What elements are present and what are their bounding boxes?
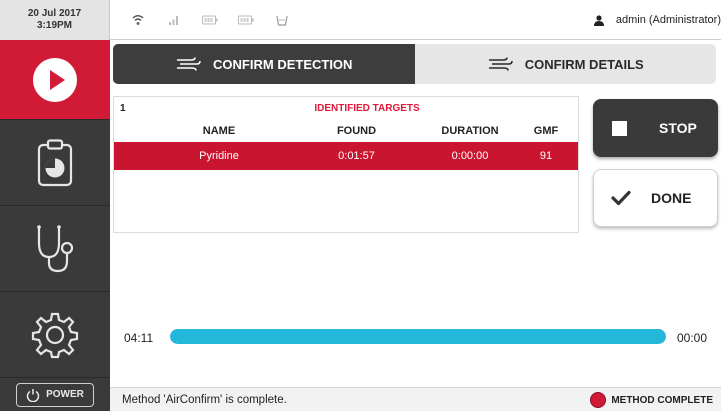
air-flow-icon — [177, 57, 201, 71]
nav-report[interactable] — [0, 120, 110, 206]
method-status: METHOD COMPLETE — [590, 391, 713, 409]
play-icon — [33, 57, 77, 102]
power-button[interactable]: POWER — [16, 382, 94, 407]
report-icon — [37, 138, 73, 186]
tab-confirm-details[interactable]: CONFIRM DETAILS — [414, 44, 716, 84]
stop-label: STOP — [659, 120, 697, 136]
cell-duration: 0:00:00 — [451, 150, 489, 162]
user-label: admin (Administrator) — [615, 14, 721, 26]
gear-icon — [31, 312, 79, 358]
signal-icon — [156, 10, 192, 30]
wifi-icon — [120, 10, 156, 30]
done-label: DONE — [651, 190, 692, 206]
battery-icon — [228, 10, 264, 30]
tab-bar: CONFIRM DETECTION CONFIRM DETAILS — [113, 44, 716, 84]
cell-gmf: 91 — [539, 150, 553, 162]
power-icon — [26, 388, 40, 402]
remaining-time: 00:00 — [677, 331, 708, 345]
nav-run[interactable] — [0, 40, 110, 120]
nav-diagnostics[interactable] — [0, 206, 110, 292]
column-header-gmf: GMF — [533, 125, 559, 137]
stop-icon — [612, 120, 627, 136]
bottom-status-bar: Method 'AirConfirm' is complete. METHOD … — [110, 387, 721, 411]
left-nav: POWER — [0, 40, 110, 411]
table-header: NAME FOUND DURATION GMF — [114, 121, 578, 141]
cell-name: Pyridine — [199, 150, 239, 162]
stethoscope-icon — [37, 224, 74, 272]
table-row[interactable]: Pyridine 0:01:57 0:00:00 91 — [114, 142, 578, 170]
status-icons — [120, 10, 300, 30]
progress-fill — [170, 329, 666, 344]
table-title: IDENTIFIED TARGETS — [314, 103, 420, 114]
date-time: 20 Jul 2017 3:19PM — [0, 0, 110, 40]
date-text: 20 Jul 2017 — [27, 8, 82, 19]
power-label: POWER — [46, 389, 84, 400]
identified-targets-table: 1 IDENTIFIED TARGETS NAME FOUND DURATION… — [113, 96, 579, 233]
status-indicator-icon — [590, 392, 607, 408]
flask-icon — [264, 10, 300, 30]
nav-settings[interactable] — [0, 292, 110, 378]
column-header-found: FOUND — [336, 125, 377, 137]
column-header-duration: DURATION — [441, 125, 499, 137]
done-button[interactable]: DONE — [593, 169, 718, 227]
tab-label: CONFIRM DETECTION — [213, 56, 353, 72]
column-header-name: NAME — [202, 125, 236, 137]
stop-button[interactable]: STOP — [593, 99, 718, 157]
nav-power: POWER — [0, 378, 110, 411]
battery-icon — [192, 10, 228, 30]
tab-confirm-detection[interactable]: CONFIRM DETECTION — [113, 44, 415, 84]
progress-bar — [170, 329, 666, 344]
cell-found: 0:01:57 — [338, 150, 375, 162]
method-status-label: METHOD COMPLETE — [611, 394, 713, 406]
user-account[interactable]: admin (Administrator) — [593, 0, 721, 40]
user-icon — [593, 14, 604, 26]
time-text: 3:19PM — [36, 20, 72, 31]
top-status-bar: 20 Jul 2017 3:19PM admin (Administrator) — [0, 0, 721, 40]
tab-label: CONFIRM DETAILS — [524, 56, 644, 72]
elapsed-time: 04:11 — [124, 331, 154, 345]
air-flow-icon — [488, 57, 513, 71]
status-message: Method 'AirConfirm' is complete. — [122, 394, 287, 406]
check-icon — [611, 190, 631, 206]
